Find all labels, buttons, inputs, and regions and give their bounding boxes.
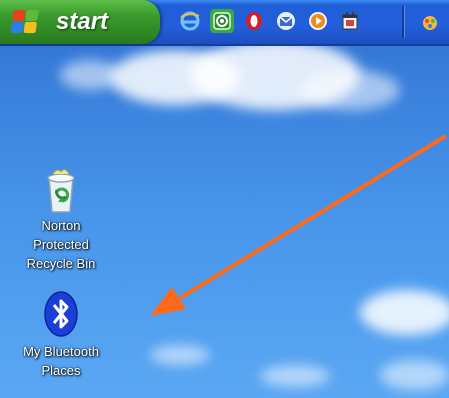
start-button[interactable]: start bbox=[0, 0, 160, 44]
media-player-icon[interactable] bbox=[306, 9, 330, 33]
media-icon[interactable] bbox=[210, 9, 234, 33]
desktop-icon-bluetooth-places[interactable]: My Bluetooth Places bbox=[6, 290, 116, 380]
desktop-icon-recycle-bin[interactable]: Norton Protected Recycle Bin bbox=[6, 168, 116, 273]
cloud bbox=[260, 365, 330, 387]
label-line: Norton bbox=[41, 218, 81, 233]
start-label: start bbox=[56, 8, 109, 35]
opera-icon[interactable] bbox=[242, 9, 266, 33]
bluetooth-places-label: My Bluetooth Places bbox=[6, 342, 116, 380]
label-line: Places bbox=[41, 363, 81, 378]
cloud bbox=[360, 290, 449, 335]
internet-explorer-icon[interactable] bbox=[178, 9, 202, 33]
tray-app-icon[interactable] bbox=[420, 13, 440, 33]
label-line: My Bluetooth bbox=[23, 344, 99, 359]
cloud bbox=[300, 70, 400, 110]
cloud bbox=[380, 360, 449, 390]
windows-logo-icon bbox=[10, 10, 39, 34]
calendar-icon[interactable] bbox=[338, 9, 362, 33]
taskbar: start bbox=[0, 0, 449, 46]
label-line: Recycle Bin bbox=[26, 256, 96, 271]
label-line: Protected bbox=[33, 237, 89, 252]
recycle-bin-icon bbox=[47, 169, 75, 213]
cloud bbox=[60, 60, 120, 90]
cloud bbox=[150, 345, 210, 365]
outlook-icon[interactable] bbox=[274, 9, 298, 33]
recycle-bin-label: Norton Protected Recycle Bin bbox=[6, 216, 116, 273]
taskbar-separator bbox=[402, 6, 405, 38]
desktop: start Norton Protected Recycle Bin My Bl… bbox=[0, 0, 449, 398]
bluetooth-icon bbox=[44, 291, 78, 337]
quick-launch-bar bbox=[178, 9, 362, 35]
